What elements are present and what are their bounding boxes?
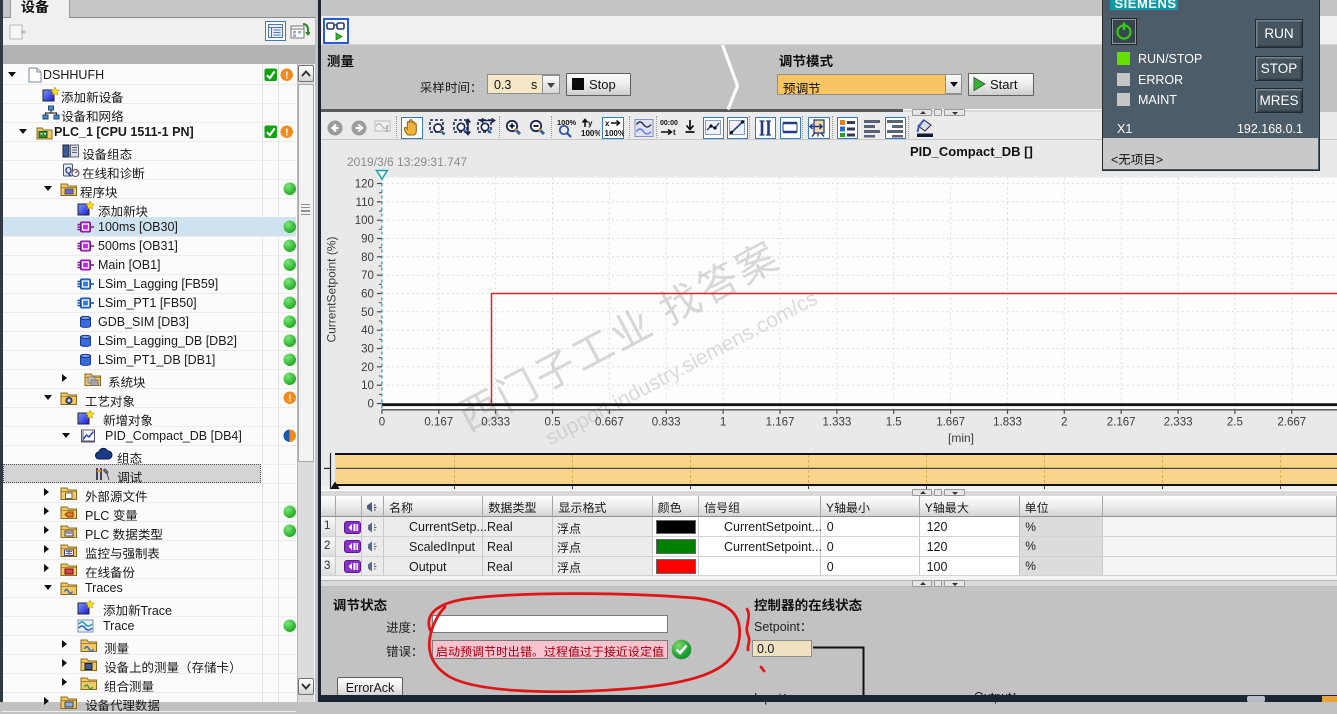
svg-text:0.833: 0.833: [652, 416, 681, 428]
svg-text:1.333: 1.333: [823, 416, 852, 428]
svg-text:10: 10: [361, 380, 374, 392]
svg-text:!: !: [285, 71, 288, 82]
svg-text:2.333: 2.333: [1164, 416, 1193, 428]
svg-text:100%: 100%: [581, 129, 600, 138]
svg-text:120: 120: [355, 179, 374, 191]
svg-text:t: t: [673, 128, 676, 137]
svg-text:90: 90: [361, 234, 374, 246]
svg-text:80: 80: [361, 252, 374, 264]
svg-text:2019/3/6 13:29:31.747: 2019/3/6 13:29:31.747: [347, 155, 467, 169]
svg-text:100: 100: [355, 215, 374, 227]
svg-text:Q: Q: [65, 165, 72, 175]
svg-text:y: y: [588, 119, 593, 128]
svg-text:0.667: 0.667: [595, 416, 624, 428]
svg-text:1.833: 1.833: [993, 416, 1022, 428]
svg-text:2.167: 2.167: [1107, 416, 1136, 428]
svg-text:30: 30: [361, 344, 374, 356]
svg-text:!: !: [285, 128, 288, 139]
svg-text:[min]: [min]: [948, 431, 974, 445]
svg-text:70: 70: [361, 270, 374, 282]
svg-text:0.333: 0.333: [481, 416, 510, 428]
svg-text:50: 50: [361, 307, 374, 319]
svg-text:2: 2: [1061, 416, 1067, 428]
svg-text:0: 0: [379, 416, 385, 428]
svg-text:100%: 100%: [605, 129, 625, 138]
svg-text:110: 110: [356, 197, 374, 209]
svg-text:20: 20: [361, 362, 374, 374]
svg-text:0.5: 0.5: [545, 416, 561, 428]
svg-text:!: !: [288, 394, 291, 405]
svg-text:0: 0: [367, 399, 373, 411]
svg-text:2.5: 2.5: [1227, 416, 1243, 428]
svg-text:00:00: 00:00: [660, 120, 678, 127]
svg-text:0.167: 0.167: [424, 416, 453, 428]
svg-text:60: 60: [361, 289, 374, 301]
svg-text:2.667: 2.667: [1277, 416, 1306, 428]
svg-text:x: x: [605, 119, 610, 128]
svg-text:1.167: 1.167: [766, 416, 795, 428]
svg-text:1.667: 1.667: [936, 416, 965, 428]
svg-text:1.5: 1.5: [886, 416, 902, 428]
svg-text:1: 1: [720, 416, 726, 428]
svg-text:40: 40: [361, 325, 374, 337]
